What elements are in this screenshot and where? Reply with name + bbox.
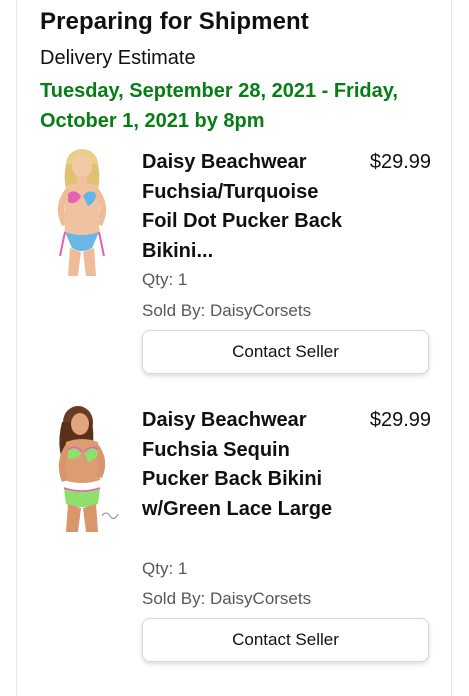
contact-seller-button[interactable]: Contact Seller	[142, 618, 429, 662]
contact-seller-button[interactable]: Contact Seller	[142, 330, 429, 374]
sold-by-label: Sold By: DaisyCorsets	[142, 589, 312, 608]
quantity-label: Qty: 1	[142, 559, 188, 578]
product-price: $29.99	[369, 409, 431, 431]
sold-by-label: Sold By: DaisyCorsets	[142, 301, 312, 320]
section-title: Preparing for Shipment	[40, 8, 309, 35]
delivery-estimate-label: Delivery Estimate	[40, 47, 196, 69]
product-price: $29.99	[369, 151, 431, 173]
quantity-label: Qty: 1	[142, 270, 188, 289]
product-title[interactable]: Daisy Beachwear Fuchsia/Turquoise Foil D…	[142, 148, 352, 266]
product-title[interactable]: Daisy Beachwear Fuchsia Sequin Pucker Ba…	[142, 406, 352, 524]
product-image[interactable]	[40, 146, 124, 276]
product-image[interactable]	[40, 404, 124, 534]
delivery-estimate-date: Tuesday, September 28, 2021 - Friday, Oc…	[40, 80, 398, 132]
